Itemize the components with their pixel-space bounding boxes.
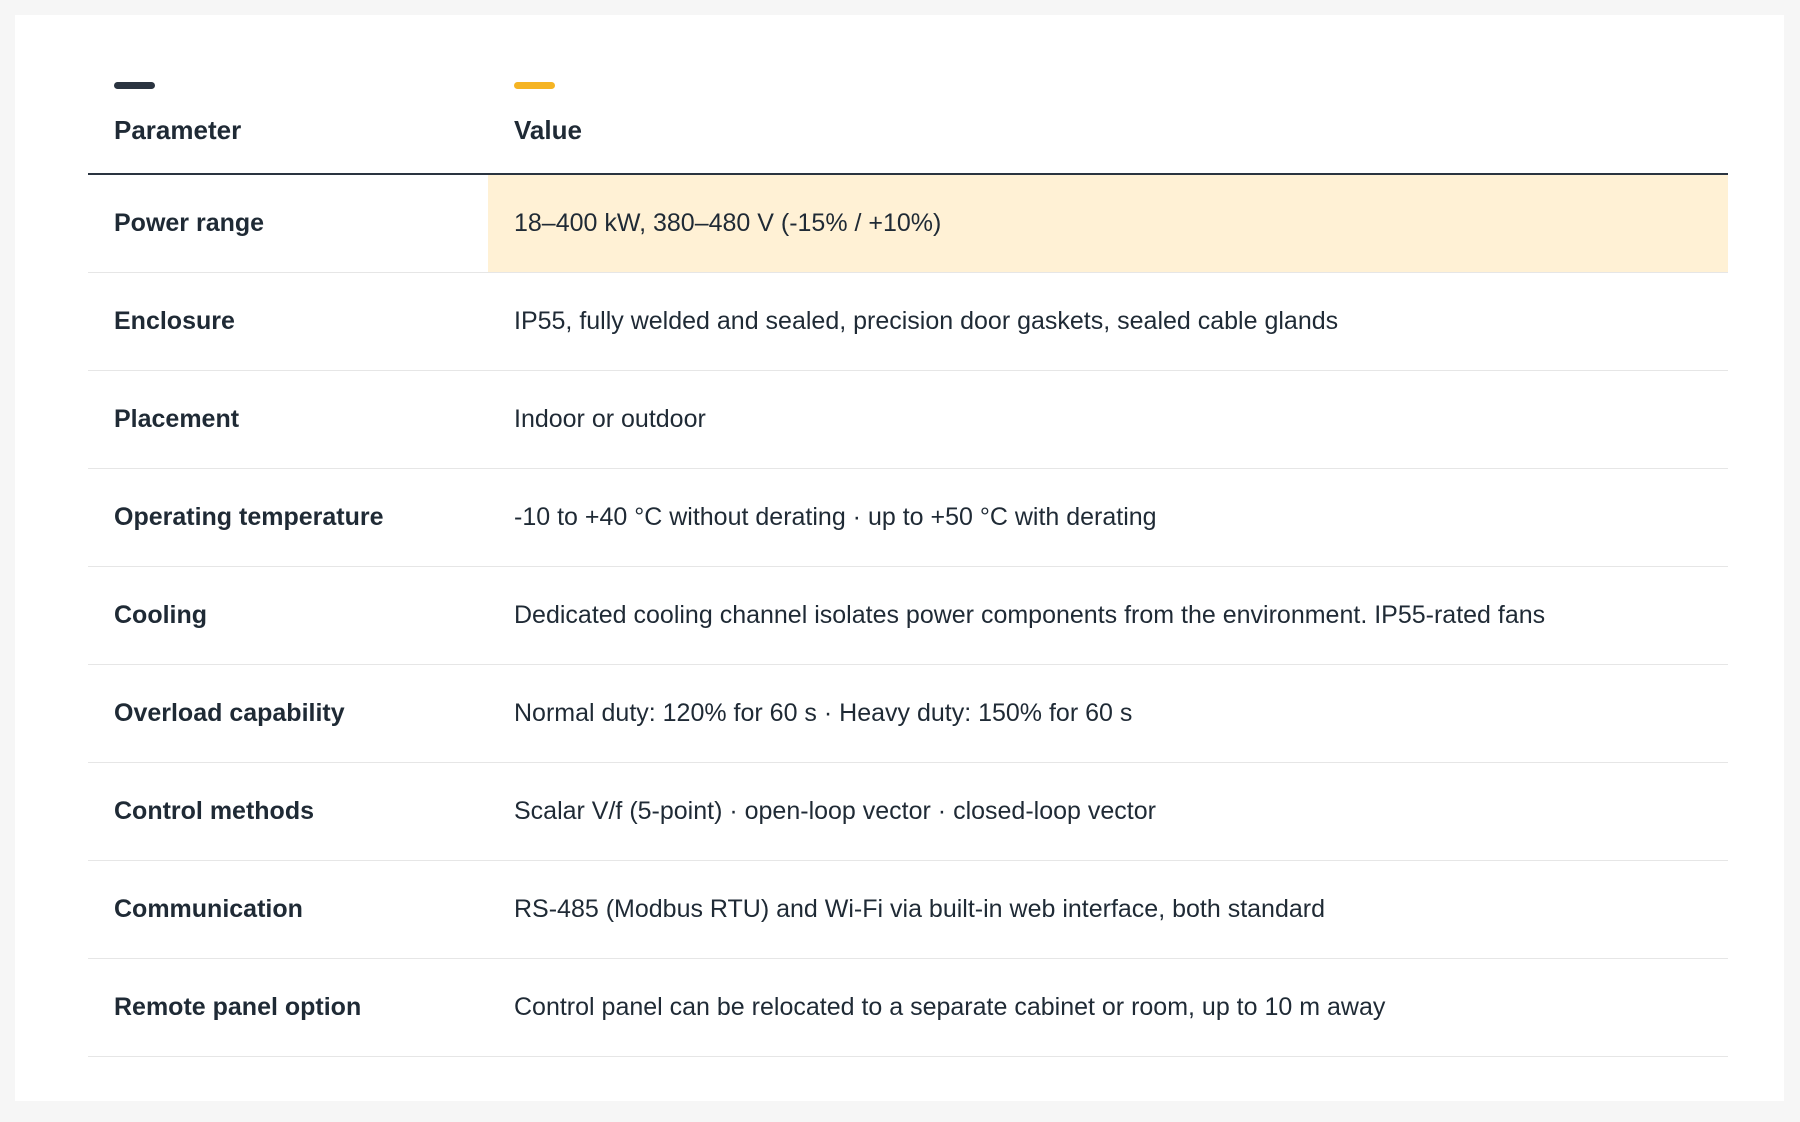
table-row: Power range 18–400 kW, 380–480 V (-15% /… <box>88 175 1728 273</box>
spec-table: Parameter Value Power range 18–400 kW, 3… <box>88 15 1728 1057</box>
table-row: Communication RS-485 (Modbus RTU) and Wi… <box>88 861 1728 959</box>
row-value: Control panel can be relocated to a sepa… <box>514 993 1386 1021</box>
table-row: Placement Indoor or outdoor <box>88 371 1728 469</box>
spec-card: Parameter Value Power range 18–400 kW, 3… <box>15 15 1784 1101</box>
table-row: Operating temperature -10 to +40 °C with… <box>88 469 1728 567</box>
row-parameter: Communication <box>114 895 303 923</box>
row-parameter: Cooling <box>114 601 208 629</box>
table-row: Remote panel option Control panel can be… <box>88 959 1728 1057</box>
row-value-highlighted: 18–400 kW, 380–480 V (-15% / +10%) <box>488 175 1728 272</box>
row-value: Scalar V/f (5-point) · open-loop vector … <box>514 797 1156 825</box>
row-parameter: Placement <box>114 405 240 433</box>
row-parameter: Operating temperature <box>114 503 384 531</box>
row-parameter: Enclosure <box>114 307 235 335</box>
table-row: Overload capability Normal duty: 120% fo… <box>88 665 1728 763</box>
header-value: Value <box>514 115 582 145</box>
header-parameter: Parameter <box>114 115 242 145</box>
row-value: Normal duty: 120% for 60 s · Heavy duty:… <box>514 699 1133 727</box>
row-value: Indoor or outdoor <box>514 405 706 433</box>
row-parameter: Power range <box>114 209 265 237</box>
table-header: Parameter Value <box>88 15 1728 175</box>
row-value: RS-485 (Modbus RTU) and Wi-Fi via built-… <box>514 895 1325 923</box>
value-accent-bar <box>514 82 555 89</box>
table-row: Cooling Dedicated cooling channel isolat… <box>88 567 1728 665</box>
row-parameter: Remote panel option <box>114 993 362 1021</box>
table-row: Enclosure IP55, fully welded and sealed,… <box>88 273 1728 371</box>
table-row: Control methods Scalar V/f (5-point) · o… <box>88 763 1728 861</box>
row-parameter: Control methods <box>114 797 314 825</box>
parameter-accent-bar <box>114 82 155 89</box>
row-value: Dedicated cooling channel isolates power… <box>514 601 1546 629</box>
row-value: -10 to +40 °C without derating · up to +… <box>514 503 1157 531</box>
row-parameter: Overload capability <box>114 699 345 727</box>
row-value: IP55, fully welded and sealed, precision… <box>514 307 1339 335</box>
